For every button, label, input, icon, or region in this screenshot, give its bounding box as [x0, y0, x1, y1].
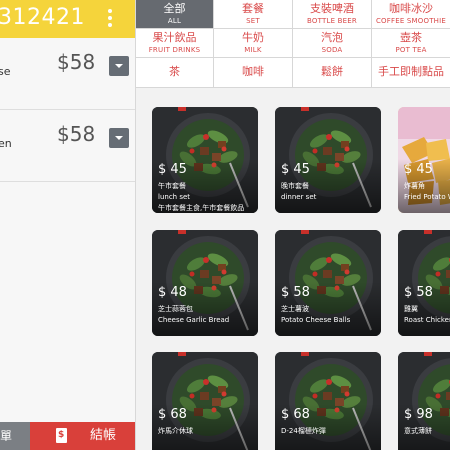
- order-header: 312421: [0, 0, 135, 38]
- product-card[interactable]: $ 45 炸薯角 Fried Potato Wedges: [398, 107, 450, 213]
- order-item-list: se $58 en $58: [0, 38, 135, 422]
- product-name-zh: D-24榴槤炸彈: [281, 427, 326, 435]
- product-card[interactable]: $ 58 芝士薯波 Potato Cheese Balls: [275, 230, 381, 336]
- product-price: $ 48: [158, 285, 187, 300]
- product-name-en: dinner set: [281, 193, 317, 201]
- product-card[interactable]: $ 45 午市套餐 lunch set 午市套餐主食,午市套餐飲品: [152, 107, 258, 213]
- product-name-en: Roast Chicken Wings: [404, 316, 450, 324]
- product-card[interactable]: $ 48 芝士蒜蓉包 Cheese Garlic Bread: [152, 230, 258, 336]
- product-price: $ 68: [281, 407, 310, 422]
- category-label-en: ALL: [167, 17, 182, 25]
- category-bottle-beer[interactable]: 支裝啤酒 BOTTLE BEER: [293, 0, 372, 29]
- product-card[interactable]: $ 58 雞翼 Roast Chicken Wings: [398, 230, 450, 336]
- product-name-zh: 午市套餐: [158, 182, 186, 190]
- category-tea[interactable]: 茶: [136, 58, 214, 88]
- order-panel: 312421 se $58 en $58 單 結帳: [0, 0, 136, 450]
- category-label: 套餐: [242, 2, 264, 15]
- product-price: $ 45: [281, 162, 310, 177]
- order-item-price: $58: [57, 50, 96, 74]
- order-button[interactable]: 單: [0, 422, 30, 450]
- category-waffle[interactable]: 鬆餅: [293, 58, 372, 88]
- product-name-zh: 芝士蒜蓉包: [158, 305, 193, 313]
- pos-screen: 312421 se $58 en $58 單 結帳: [0, 0, 450, 450]
- category-label-en: SODA: [321, 46, 343, 54]
- product-price: $ 68: [158, 407, 187, 422]
- product-name-zh: 晚市套餐: [281, 182, 309, 190]
- invoice-icon: [56, 428, 67, 443]
- more-options-icon[interactable]: [104, 8, 116, 30]
- category-label: 牛奶: [242, 31, 264, 44]
- product-name-en: Fried Potato Wedges: [404, 193, 450, 201]
- product-price: $ 45: [158, 162, 187, 177]
- product-grid: $ 45 午市套餐 lunch set 午市套餐主食,午市套餐飲品 $ 45 晚…: [136, 88, 450, 450]
- product-description: 午市套餐主食,午市套餐飲品: [158, 204, 245, 212]
- product-name-zh: 炸薯角: [404, 182, 425, 190]
- category-label: 鬆餅: [321, 65, 343, 78]
- product-name-zh: 芝士薯波: [281, 305, 309, 313]
- category-set[interactable]: 套餐 SET: [214, 0, 293, 29]
- category-coffee[interactable]: 咖啡: [214, 58, 293, 88]
- chevron-down-icon[interactable]: [109, 56, 129, 76]
- category-label-en: POT TEA: [395, 46, 427, 54]
- product-price: $ 98: [404, 407, 433, 422]
- category-label-en: SET: [246, 17, 260, 25]
- product-name-en: lunch set: [158, 193, 191, 201]
- product-name-en: Potato Cheese Balls: [281, 316, 351, 324]
- category-coffee-smoothie[interactable]: 咖啡冰沙 COFFEE SMOOTHIE: [372, 0, 450, 29]
- category-label-en: COFFEE SMOOTHIE: [375, 17, 447, 25]
- category-soda[interactable]: 汽泡 SODA: [293, 29, 372, 58]
- category-label: 茶: [169, 65, 180, 78]
- chevron-down-icon[interactable]: [109, 128, 129, 148]
- category-label: 咖啡冰沙: [389, 2, 433, 15]
- category-label: 咖啡: [242, 65, 264, 78]
- order-item-name: se: [0, 65, 11, 78]
- category-fruit-drinks[interactable]: 果汁飲品 FRUIT DRINKS: [136, 29, 214, 58]
- category-label-en: MILK: [244, 46, 262, 54]
- order-number: 312421: [0, 5, 85, 30]
- order-actions: 單 結帳: [0, 422, 135, 450]
- order-item-name: en: [0, 137, 12, 150]
- category-label: 全部: [163, 2, 186, 15]
- product-price: $ 58: [281, 285, 310, 300]
- checkout-button[interactable]: 結帳: [30, 422, 135, 450]
- product-card[interactable]: $ 98 意式薄餅: [398, 352, 450, 450]
- product-price: $ 58: [404, 285, 433, 300]
- category-handmade[interactable]: 手工即制點品: [372, 58, 450, 88]
- order-item[interactable]: en $58: [0, 110, 135, 182]
- category-label-en: BOTTLE BEER: [307, 17, 357, 25]
- category-label: 手工即制點品: [378, 65, 444, 78]
- category-pot-tea[interactable]: 壺茶 POT TEA: [372, 29, 450, 58]
- checkout-label: 結帳: [90, 428, 117, 443]
- category-label: 壺茶: [400, 31, 422, 44]
- order-button-label: 單: [0, 429, 13, 443]
- category-label: 果汁飲品: [152, 31, 197, 44]
- product-card[interactable]: $ 45 晚市套餐 dinner set: [275, 107, 381, 213]
- category-grid: 全部 ALL 套餐 SET 支裝啤酒 BOTTLE BEER 咖啡冰沙 COFF…: [136, 0, 450, 88]
- product-name-zh: 炸馬介休球: [158, 427, 193, 435]
- category-label: 支裝啤酒: [310, 2, 354, 15]
- order-item-price: $58: [57, 122, 96, 146]
- category-label-en: FRUIT DRINKS: [148, 46, 201, 54]
- category-label: 汽泡: [321, 31, 343, 44]
- product-name-zh: 意式薄餅: [404, 427, 432, 435]
- product-name-en: Cheese Garlic Bread: [158, 316, 230, 324]
- product-name-zh: 雞翼: [404, 305, 418, 313]
- product-card[interactable]: $ 68 炸馬介休球: [152, 352, 258, 450]
- category-all[interactable]: 全部 ALL: [136, 0, 214, 29]
- product-card[interactable]: $ 68 D-24榴槤炸彈: [275, 352, 381, 450]
- product-price: $ 45: [404, 162, 433, 177]
- order-item[interactable]: se $58: [0, 38, 135, 110]
- category-milk[interactable]: 牛奶 MILK: [214, 29, 293, 58]
